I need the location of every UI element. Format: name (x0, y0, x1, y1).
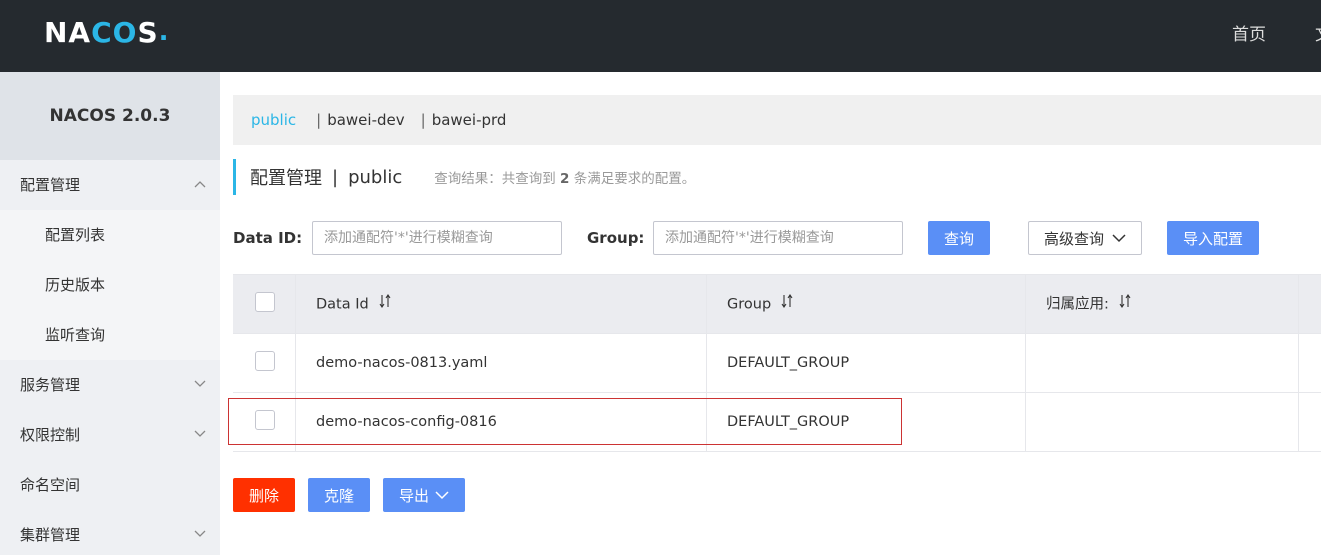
export-label: 导出 (398, 486, 429, 505)
sidebar: NACOS 2.0.3 配置管理 配置列表 历史版本 监听查询 服务管理 权限控… (0, 72, 220, 555)
sidebar-item-config-list[interactable]: 配置列表 (0, 210, 220, 260)
cell-app (1026, 393, 1299, 452)
table-header-row: Data Id Group 归属应用: (233, 275, 1321, 334)
nav-home[interactable]: 首页 (1232, 20, 1266, 45)
namespace-bawei-dev[interactable]: bawei-dev (327, 111, 404, 129)
group-input[interactable]: 添加通配符'*'进行模糊查询 (653, 221, 903, 255)
sort-icon[interactable] (1119, 275, 1131, 334)
logo-text-s: S (137, 15, 159, 49)
sidebar-item-label: 配置列表 (45, 226, 106, 244)
clone-button[interactable]: 克隆 (308, 478, 370, 512)
sort-icon[interactable] (781, 275, 793, 334)
result-suffix: 条满足要求的配置。 (569, 171, 696, 187)
sidebar-item-service-management[interactable]: 服务管理 (0, 360, 220, 410)
data-id-input[interactable]: 添加通配符'*'进行模糊查询 (312, 221, 562, 255)
nacos-logo[interactable]: NA CO S. (44, 14, 170, 50)
namespace-bawei-prd[interactable]: bawei-prd (432, 111, 507, 129)
advanced-query-label: 高级查询 (1043, 229, 1104, 248)
chevron-down-icon (194, 360, 208, 410)
logo-text-na: NA (44, 15, 92, 49)
namespace-public[interactable]: public (251, 111, 296, 129)
sidebar-item-label: 命名空间 (20, 476, 81, 494)
page-title: 配置管理 (250, 168, 322, 189)
row-select-cell (233, 334, 296, 393)
logo-text-co: CO (91, 15, 138, 49)
logo-dot: . (158, 17, 170, 47)
sidebar-item-label: 监听查询 (45, 326, 106, 344)
highlight-annotation-box (228, 398, 902, 445)
column-label: Group (727, 296, 772, 313)
column-label: 归属应用: (1046, 296, 1109, 313)
delete-button[interactable]: 删除 (233, 478, 295, 512)
sidebar-item-label: 历史版本 (45, 276, 106, 294)
column-label: Data Id (316, 296, 369, 313)
cell-group: DEFAULT_GROUP (707, 334, 1026, 393)
table-row: demo-nacos-0813.yaml DEFAULT_GROUP (233, 334, 1321, 393)
namespace-separator: | (420, 111, 426, 129)
sidebar-item-label: 集群管理 (20, 526, 81, 544)
sidebar-item-label: 服务管理 (20, 376, 81, 394)
query-button[interactable]: 查询 (928, 221, 990, 255)
sidebar-item-label: 配置管理 (20, 176, 81, 194)
namespace-separator: | (316, 111, 322, 129)
import-config-button[interactable]: 导入配置 (1167, 221, 1259, 255)
sidebar-item-access-control[interactable]: 权限控制 (0, 410, 220, 460)
sidebar-item-cluster-management[interactable]: 集群管理 (0, 510, 220, 560)
page-namespace: public (348, 166, 403, 188)
cell-app (1026, 334, 1299, 393)
sidebar-item-history[interactable]: 历史版本 (0, 260, 220, 310)
advanced-query-button[interactable]: 高级查询 (1028, 221, 1142, 255)
chevron-up-icon (194, 160, 208, 210)
namespace-bar: public | bawei-dev | bawei-prd (233, 95, 1321, 145)
group-label: Group: (587, 229, 645, 247)
select-all-cell (233, 275, 296, 334)
chevron-down-icon (1112, 233, 1126, 242)
top-header: NACOS. 首页 文 (0, 0, 1321, 72)
column-header-data-id[interactable]: Data Id (296, 275, 707, 334)
row-checkbox[interactable] (255, 351, 275, 371)
version-label: NACOS 2.0.3 (0, 72, 220, 160)
title-separator: | (332, 166, 339, 188)
search-form: Data ID: 添加通配符'*'进行模糊查询 Group: 添加通配符'*'进… (233, 221, 1321, 257)
sidebar-item-listener-query[interactable]: 监听查询 (0, 310, 220, 360)
cell-data-id: demo-nacos-0813.yaml (296, 334, 707, 393)
chevron-down-icon (194, 410, 208, 460)
page-title-row: 配置管理 | public 查询结果：共查询到 2 条满足要求的配置。 (233, 159, 695, 195)
query-result-text: 查询结果：共查询到 2 条满足要求的配置。 (434, 167, 695, 187)
data-id-label: Data ID: (233, 229, 303, 247)
select-all-checkbox[interactable] (255, 292, 275, 312)
chevron-down-icon (194, 510, 208, 560)
sidebar-item-config-management[interactable]: 配置管理 (0, 160, 220, 210)
main-content: public | bawei-dev | bawei-prd 配置管理 | pu… (220, 72, 1321, 555)
column-header-app[interactable]: 归属应用: (1026, 275, 1299, 334)
result-prefix: 查询结果：共查询到 (434, 171, 561, 187)
sidebar-item-label: 权限控制 (20, 426, 81, 444)
nav-docs[interactable]: 文 (1315, 20, 1321, 45)
sidebar-item-namespace[interactable]: 命名空间 (0, 460, 220, 510)
chevron-down-icon (435, 490, 449, 499)
sort-icon[interactable] (379, 275, 391, 334)
column-header-group[interactable]: Group (707, 275, 1026, 334)
export-button[interactable]: 导出 (383, 478, 465, 512)
